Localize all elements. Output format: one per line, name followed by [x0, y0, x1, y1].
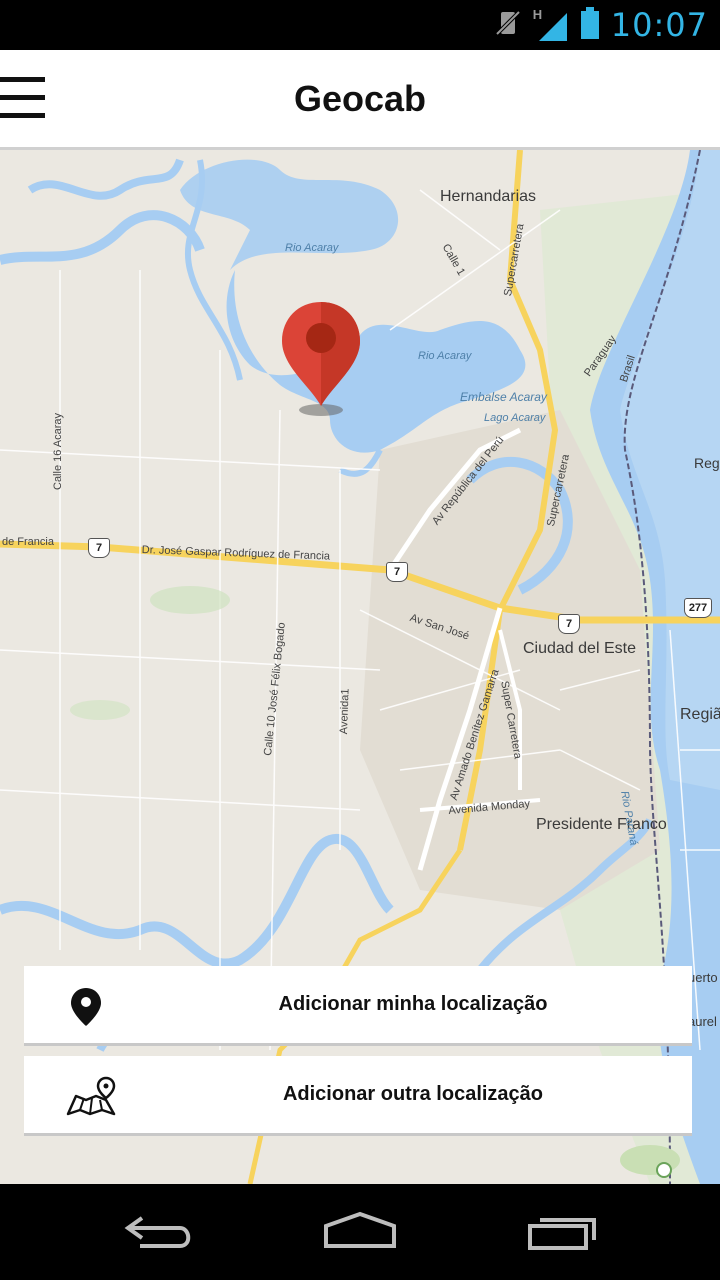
road-label-calle-16: Calle 16 Acaray — [52, 412, 64, 490]
navigation-bar — [0, 1184, 720, 1280]
map-marker[interactable] — [280, 300, 362, 420]
back-icon[interactable] — [120, 1210, 200, 1254]
road-label-avenida-1: Avenida1 — [338, 688, 352, 735]
city-label-hernandarias: Hernandarias — [440, 188, 537, 205]
status-bar: H 10:07 — [0, 0, 720, 50]
home-icon[interactable] — [320, 1210, 400, 1254]
road-label-de-francia: de Francia — [2, 536, 54, 548]
route-shield-7: 7 — [558, 614, 580, 634]
city-label-ciudad-del-este: Ciudad del Este — [523, 640, 636, 657]
folded-map-pin-icon — [66, 1076, 116, 1118]
water-label-lago: Lago Acaray — [484, 412, 546, 424]
route-shield-277: 277 — [684, 598, 712, 618]
status-icons: H 10:07 — [493, 0, 708, 50]
city-label-presidente-franco: Presidente Franco — [536, 816, 667, 833]
clock: 10:07 — [610, 6, 708, 44]
mute-vibrate-icon — [493, 8, 523, 43]
battery-icon — [579, 6, 601, 45]
add-other-location-label: Adicionar outra localização — [282, 1083, 544, 1105]
city-label-regi: Regi — [694, 455, 720, 471]
city-label-puerto: uerto — [688, 970, 718, 985]
recent-apps-icon[interactable] — [520, 1210, 600, 1254]
signal-icon: H — [533, 7, 569, 43]
app-title: Geocab — [293, 78, 427, 119]
app-bar: Geocab — [0, 50, 720, 150]
city-label-regia: Regiã — [680, 706, 720, 723]
location-pin-icon — [66, 986, 116, 1028]
route-shield-7: 7 — [88, 538, 110, 558]
add-my-location-label: Adicionar minha localização — [278, 993, 548, 1015]
route-shield-7: 7 — [386, 562, 408, 582]
add-my-location-button[interactable]: Adicionar minha localização — [24, 966, 692, 1046]
water-label-rio-acaray-1: Rio Acaray — [285, 242, 339, 254]
water-label-embalse: Embalse Acaray — [460, 390, 547, 404]
water-label-rio-acaray-2: Rio Acaray — [418, 350, 472, 362]
add-other-location-button[interactable]: Adicionar outra localização — [24, 1056, 692, 1136]
city-label-aurel: aurel — [688, 1014, 717, 1029]
